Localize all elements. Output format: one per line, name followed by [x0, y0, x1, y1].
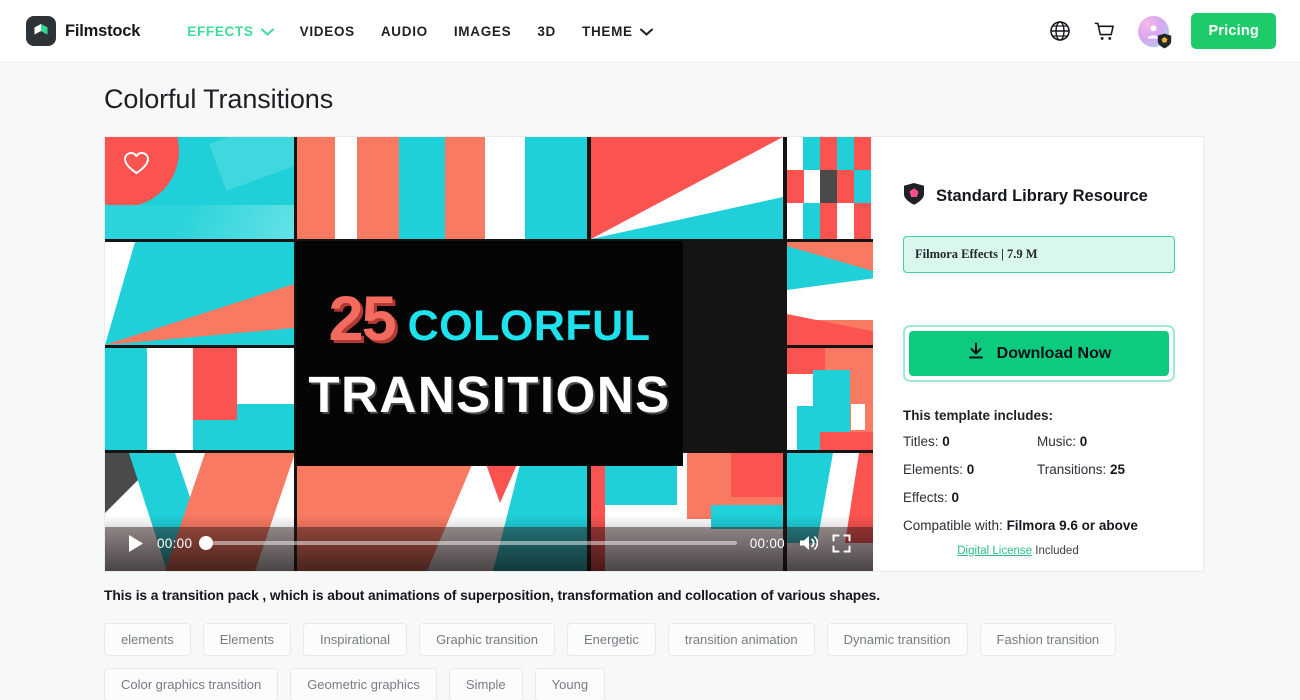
- download-now-label: Download Now: [996, 344, 1112, 362]
- poster-title-card: 25 COLORFUL TRANSITIONS: [296, 241, 683, 466]
- volume-icon[interactable]: [798, 534, 819, 552]
- download-icon: [967, 342, 985, 365]
- tag-item[interactable]: Inspirational: [302, 623, 408, 656]
- compatibility-value: Filmora 9.6 or above: [1006, 518, 1138, 533]
- resource-description: This is a transition pack , which is abo…: [104, 588, 880, 603]
- avatar[interactable]: [1138, 15, 1172, 49]
- nav-label: 3D: [537, 23, 556, 39]
- includes-label: Titles:: [903, 434, 939, 449]
- resource-type-label: Standard Library Resource: [936, 187, 1148, 205]
- tag-list: elements Elements Inspirational Graphic …: [104, 623, 1214, 700]
- nav-label: IMAGES: [453, 23, 512, 39]
- poster-word-colorful: COLORFUL: [407, 302, 651, 350]
- detail-card: 25 COLORFUL TRANSITIONS 00:00 00:00 Stan…: [104, 136, 1204, 572]
- includes-item-titles: Titles: 0: [903, 434, 1037, 449]
- tag-item[interactable]: transition animation: [667, 623, 815, 656]
- nav-item-theme[interactable]: THEME: [569, 0, 666, 63]
- scrubber-handle[interactable]: [199, 536, 214, 550]
- tag-item[interactable]: Color graphics transition: [104, 668, 279, 700]
- progress-scrubber[interactable]: [199, 536, 737, 550]
- brand-name: Filmstock: [65, 21, 141, 40]
- nav-item-effects[interactable]: EFFECTS: [174, 0, 286, 63]
- includes-grid: Titles: 0 Music: 0 Elements: 0 Transitio…: [903, 434, 1175, 505]
- poster-tile: [591, 137, 783, 239]
- includes-value: 0: [942, 434, 950, 449]
- poster-tile: [105, 242, 294, 345]
- tag-item[interactable]: elements: [104, 623, 191, 656]
- site-header: Filmstock EFFECTS VIDEOS AUDIO IMAGES 3D…: [0, 0, 1300, 63]
- header-actions: Pricing: [1049, 13, 1276, 49]
- page-body: Colorful Transitions 25 COLORFUL TRANSIT…: [0, 84, 1300, 700]
- poster-tile: [297, 137, 587, 239]
- poster-tile: [105, 348, 294, 450]
- pricing-button[interactable]: Pricing: [1191, 13, 1276, 49]
- license-row: Digital License Included: [903, 545, 1175, 557]
- fullscreen-icon[interactable]: [832, 534, 851, 553]
- tag-item[interactable]: Dynamic transition: [826, 623, 968, 656]
- download-now-button[interactable]: Download Now: [909, 331, 1169, 376]
- includes-label: Transitions:: [1037, 462, 1107, 477]
- digital-license-link[interactable]: Digital License: [957, 545, 1032, 557]
- main-nav: EFFECTS VIDEOS AUDIO IMAGES 3D THEME: [174, 0, 666, 63]
- download-button-wrapper: Download Now: [903, 325, 1175, 382]
- duration-time: 00:00: [749, 535, 785, 551]
- nav-item-3d[interactable]: 3D: [524, 0, 569, 63]
- globe-icon[interactable]: [1049, 20, 1071, 42]
- brand-logo[interactable]: Filmstock: [26, 16, 140, 46]
- shield-badge-icon: [903, 182, 925, 211]
- video-player[interactable]: 25 COLORFUL TRANSITIONS 00:00 00:00: [105, 137, 873, 571]
- cart-icon[interactable]: [1093, 20, 1116, 43]
- favorite-heart-icon[interactable]: [123, 151, 150, 181]
- poster-tile: [787, 348, 873, 450]
- nav-item-audio[interactable]: AUDIO: [368, 0, 441, 63]
- filmora-effects-badge: Filmora Effects | 7.9 M: [903, 236, 1175, 273]
- nav-label: EFFECTS: [187, 23, 254, 39]
- nav-label: VIDEOS: [299, 23, 355, 39]
- includes-label: Elements:: [903, 462, 964, 477]
- includes-value: 25: [1110, 462, 1126, 477]
- includes-value: 0: [1079, 434, 1088, 449]
- license-suffix: Included: [1035, 545, 1079, 557]
- poster-number: 25: [328, 284, 397, 354]
- compatibility-row: Compatible with: Filmora 9.6 or above: [903, 518, 1175, 533]
- poster-word-transitions: TRANSITIONS: [308, 366, 671, 423]
- includes-label: Effects:: [903, 490, 948, 505]
- poster-tile: [787, 242, 873, 345]
- filmstock-logo-icon: [26, 16, 56, 46]
- chevron-down-icon: [639, 24, 653, 39]
- page-title: Colorful Transitions: [104, 84, 334, 114]
- nav-item-videos[interactable]: VIDEOS: [287, 0, 368, 63]
- tag-item[interactable]: Geometric graphics: [290, 668, 437, 700]
- tag-item[interactable]: Simple: [448, 668, 523, 700]
- chevron-down-icon: [260, 24, 274, 39]
- filmora-effects-badge-text: Filmora Effects | 7.9 M: [915, 247, 1038, 261]
- resource-sidebar: Standard Library Resource Filmora Effect…: [873, 137, 1203, 571]
- compatibility-label: Compatible with:: [903, 518, 1003, 533]
- includes-value: 0: [966, 462, 975, 477]
- resource-type-row: Standard Library Resource: [903, 182, 1175, 211]
- avatar-shield-badge-icon: [1157, 33, 1172, 49]
- includes-title: This template includes:: [903, 408, 1054, 423]
- includes-item-music: Music: 0: [1037, 434, 1175, 449]
- tag-item[interactable]: Graphic transition: [419, 623, 555, 656]
- includes-item-effects: Effects: 0: [903, 490, 1037, 505]
- tag-item[interactable]: Fashion transition: [979, 623, 1117, 656]
- video-controls: 00:00 00:00: [105, 515, 873, 571]
- tag-item[interactable]: Young: [534, 668, 606, 700]
- poster-tile-checkerboard: [787, 137, 873, 239]
- includes-label: Music:: [1037, 434, 1077, 449]
- play-button[interactable]: [127, 534, 144, 553]
- includes-item-elements: Elements: 0: [903, 462, 1037, 477]
- tag-item[interactable]: Elements: [202, 623, 291, 656]
- includes-value: 0: [951, 490, 960, 505]
- nav-item-images[interactable]: IMAGES: [441, 0, 524, 63]
- nav-label: THEME: [582, 23, 633, 39]
- nav-label: AUDIO: [380, 23, 428, 39]
- tag-item[interactable]: Energetic: [566, 623, 656, 656]
- current-time: 00:00: [157, 535, 193, 551]
- includes-item-transitions: Transitions: 25: [1037, 462, 1175, 477]
